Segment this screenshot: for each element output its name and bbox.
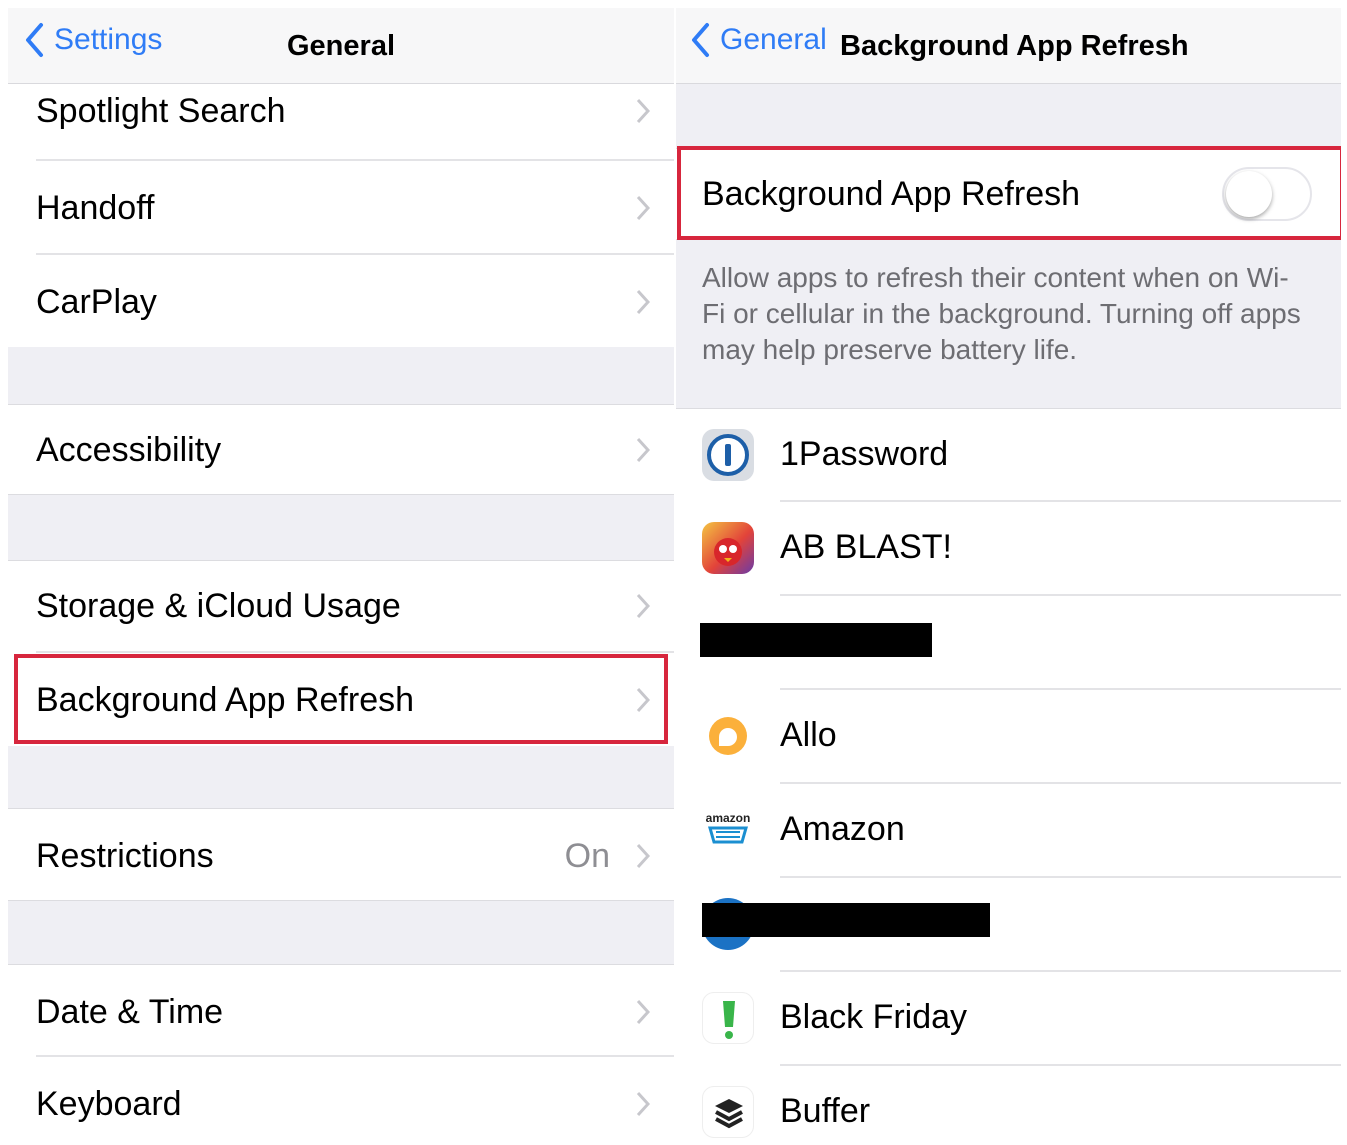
ab-blast-icon [702,522,754,574]
row-label: Restrictions [36,837,214,875]
highlight-box [14,654,668,744]
row-label: Accessibility [36,431,222,469]
row-carplay[interactable]: CarPlay [8,255,674,347]
back-button-settings[interactable]: Settings [24,22,162,58]
back-button-general[interactable]: General [690,22,827,58]
chevron-right-icon [636,289,650,315]
black-friday-icon [702,992,754,1044]
chevron-left-icon [26,23,43,57]
chevron-right-icon [636,195,650,221]
chevron-right-icon [636,1091,650,1117]
app-row-ab-blast: AB BLAST! [676,502,1341,596]
general-settings-panel: Spotlight Search Handoff CarPlay Accessi… [8,8,674,1145]
chevron-right-icon [636,593,650,619]
chevron-right-icon [636,98,650,124]
row-accessibility[interactable]: Accessibility [8,404,674,495]
redaction-bar [702,903,990,937]
row-keyboard[interactable]: Keyboard [8,1057,674,1145]
row-label: CarPlay [36,283,157,321]
app-row-allo: Allo [676,690,1341,784]
app-name: Allo [780,716,837,754]
row-label: Handoff [36,189,155,227]
highlight-box [677,146,1341,240]
chevron-right-icon [636,843,650,869]
chevron-right-icon [636,999,650,1025]
amazon-icon: amazon [702,804,754,856]
app-name: AB BLAST! [780,528,952,566]
row-label: Date & Time [36,993,224,1031]
app-name: Black Friday [780,998,968,1036]
navigation-bar: General Background App Refresh [676,8,1341,84]
row-label: Keyboard [36,1085,182,1123]
row-handoff[interactable]: Handoff [8,161,674,255]
app-row-redacted [676,878,1341,972]
app-row-black-friday: Black Friday [676,972,1341,1066]
app-row-redacted [676,596,1341,690]
allo-icon [702,710,754,762]
row-restrictions[interactable]: Restrictions On [8,808,674,901]
app-row-1password: 1Password [676,408,1341,502]
amazon-logo-text: amazon [706,811,751,825]
footnote-text: Allow apps to refresh their content when… [702,262,1301,365]
row-label: Spotlight Search [36,92,286,130]
row-date-time[interactable]: Date & Time [8,964,674,1057]
navigation-bar: Settings General [8,8,674,84]
restrictions-value: On [564,837,610,875]
back-label: General [720,23,827,56]
app-row-buffer: Buffer [676,1066,1341,1145]
chevron-right-icon [636,437,650,463]
app-name: 1Password [780,435,949,473]
row-label: Storage & iCloud Usage [36,587,401,625]
row-storage-icloud-usage[interactable]: Storage & iCloud Usage [8,560,674,653]
page-title: Background App Refresh [840,30,1189,62]
background-app-refresh-panel: General Background App Refresh Backgroun… [676,8,1341,1145]
redaction-bar [700,623,932,657]
chevron-left-icon [692,23,709,57]
buffer-icon [702,1086,754,1138]
back-label: Settings [54,23,163,56]
page-title: General [287,30,395,62]
1password-icon [702,429,754,481]
app-name: Buffer [780,1092,871,1130]
app-name: Amazon [780,810,905,848]
app-row-amazon: amazon Amazon [676,784,1341,878]
